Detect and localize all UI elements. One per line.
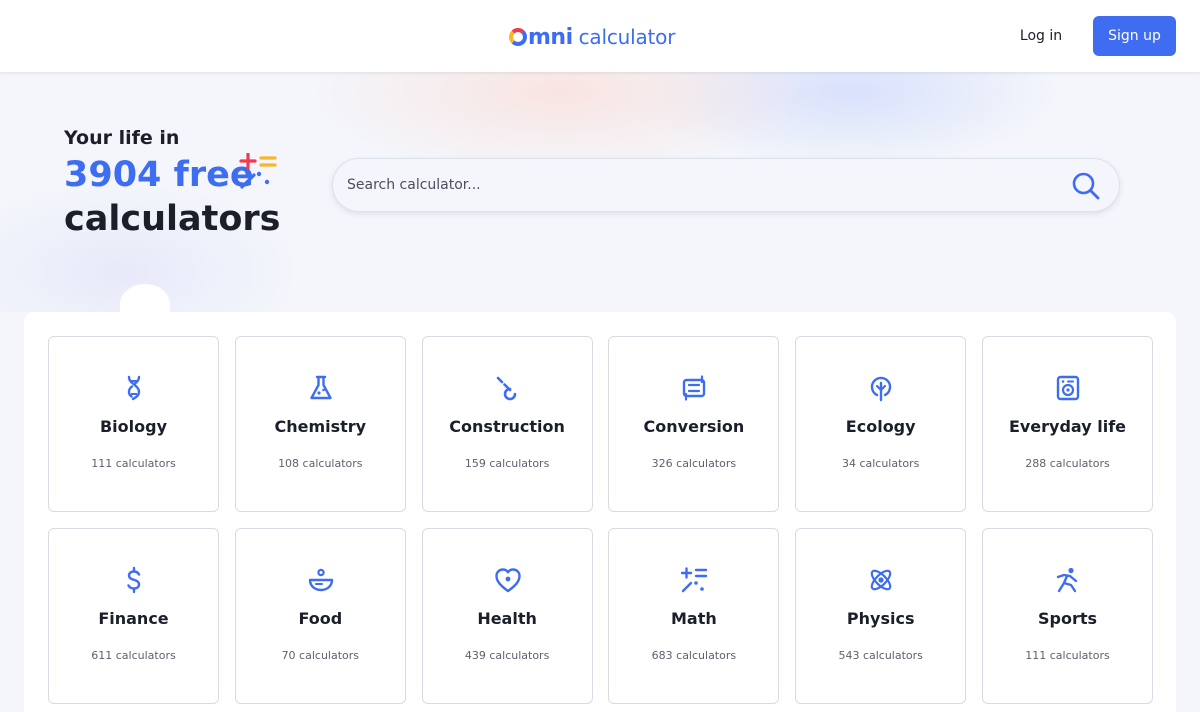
bowl-icon (308, 568, 333, 592)
omni-logo[interactable]: mni calculator (509, 22, 675, 52)
runner-icon (1056, 567, 1078, 593)
atom-icon (870, 569, 892, 591)
heart-icon (494, 568, 521, 593)
search-icon[interactable] (1071, 171, 1101, 201)
top-header: mni calculator Log in Sign up (0, 0, 1200, 72)
hero-title-line3: calculators (64, 199, 281, 239)
category-name: Ecology (845, 417, 916, 436)
wrench-icon (496, 376, 516, 401)
washing-machine-icon (1056, 375, 1080, 401)
category-name: Chemistry (274, 417, 367, 436)
logo-o-icon (509, 28, 527, 46)
hero-title-line1: Your life in (64, 127, 180, 149)
math-icon (681, 567, 708, 593)
category-count: 439 calculators (464, 649, 550, 662)
category-name: Food (298, 609, 343, 628)
category-name: Health (477, 609, 537, 628)
category-name: Conversion (643, 417, 745, 436)
category-card-sports[interactable]: Sports 111 calculators (981, 528, 1153, 704)
category-name: Finance (98, 609, 169, 628)
category-card-construction[interactable]: Construction 159 calculators (421, 336, 593, 512)
magic-wand-icon (239, 153, 277, 189)
signup-button[interactable]: Sign up (1093, 16, 1176, 56)
category-count: 683 calculators (651, 649, 737, 662)
category-count: 543 calculators (838, 649, 923, 662)
category-name: Construction (449, 417, 565, 436)
category-count: 70 calculators (281, 649, 360, 662)
category-card-math[interactable]: Math 683 calculators (608, 528, 780, 704)
logo-mark-text: mni (528, 24, 573, 50)
category-count: 326 calculators (651, 457, 737, 470)
category-name: Biology (99, 417, 168, 436)
category-name: Sports (1037, 609, 1097, 628)
search-input[interactable] (347, 159, 1047, 211)
category-card-ecology[interactable]: Ecology 34 calculators (795, 336, 967, 512)
conversion-icon (683, 375, 706, 401)
category-count: 34 calculators (841, 457, 920, 470)
category-count: 159 calculators (464, 457, 550, 470)
login-button[interactable]: Log in (1006, 20, 1076, 52)
category-card-conversion[interactable]: Conversion 326 calculators (608, 336, 780, 512)
category-grid: Biology 111 calculators Chemistry 108 ca… (48, 336, 1153, 704)
category-count: 108 calculators (278, 457, 363, 470)
category-name: Physics (846, 609, 915, 628)
hero-title-line2: 3904 free (64, 155, 254, 195)
category-card-health[interactable]: Health 439 calculators (421, 528, 593, 704)
flask-icon (310, 375, 332, 400)
category-card-everyday-life[interactable]: Everyday life 288 calculators (981, 336, 1153, 512)
logo-text: calculator (578, 25, 676, 49)
category-name: Everyday life (1008, 417, 1127, 436)
category-count: 288 calculators (1025, 457, 1110, 470)
dollar-icon (127, 566, 141, 594)
category-count: 611 calculators (91, 649, 176, 662)
category-card-biology[interactable]: Biology 111 calculators (48, 336, 219, 512)
search-bar (332, 158, 1120, 212)
category-count: 111 calculators (1025, 649, 1110, 662)
category-card-food[interactable]: Food 70 calculators (234, 528, 406, 704)
logo-mark: mni (509, 25, 573, 50)
category-card-finance[interactable]: Finance 611 calculators (48, 528, 219, 704)
category-card-physics[interactable]: Physics 543 calculators (795, 528, 967, 704)
category-name: Math (671, 609, 717, 628)
category-card-chemistry[interactable]: Chemistry 108 calculators (234, 336, 406, 512)
tree-icon (870, 376, 892, 402)
category-count: 111 calculators (91, 457, 176, 470)
dna-icon (127, 375, 141, 401)
